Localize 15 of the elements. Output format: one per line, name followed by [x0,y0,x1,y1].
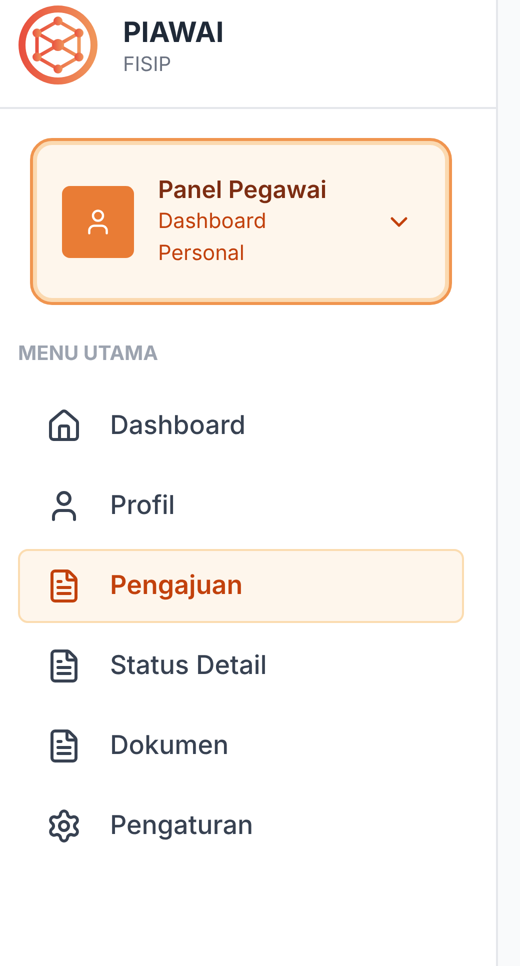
panel-switcher[interactable]: Panel Pegawai Dashboard Personal [30,138,452,305]
menu-item[interactable]: Profil [18,469,464,543]
settings-icon [46,808,82,844]
menu-item[interactable]: Pengajuan [18,549,464,623]
brand-title: PIAWAI [123,14,224,50]
menu-item[interactable]: Dokumen [18,709,464,783]
menu-item[interactable]: Dashboard [18,389,464,463]
home-icon [46,408,82,444]
brand-subtitle: FISIP [123,51,172,78]
logo-icon [18,5,98,85]
menu-item[interactable]: Pengaturan [18,789,464,863]
panel-title: Panel Pegawai [158,174,328,206]
menu-item[interactable]: Status Detail [18,629,464,703]
section-label: MENU UTAMA [18,340,160,367]
panel-subtitle: Dashboard Personal [158,208,268,268]
